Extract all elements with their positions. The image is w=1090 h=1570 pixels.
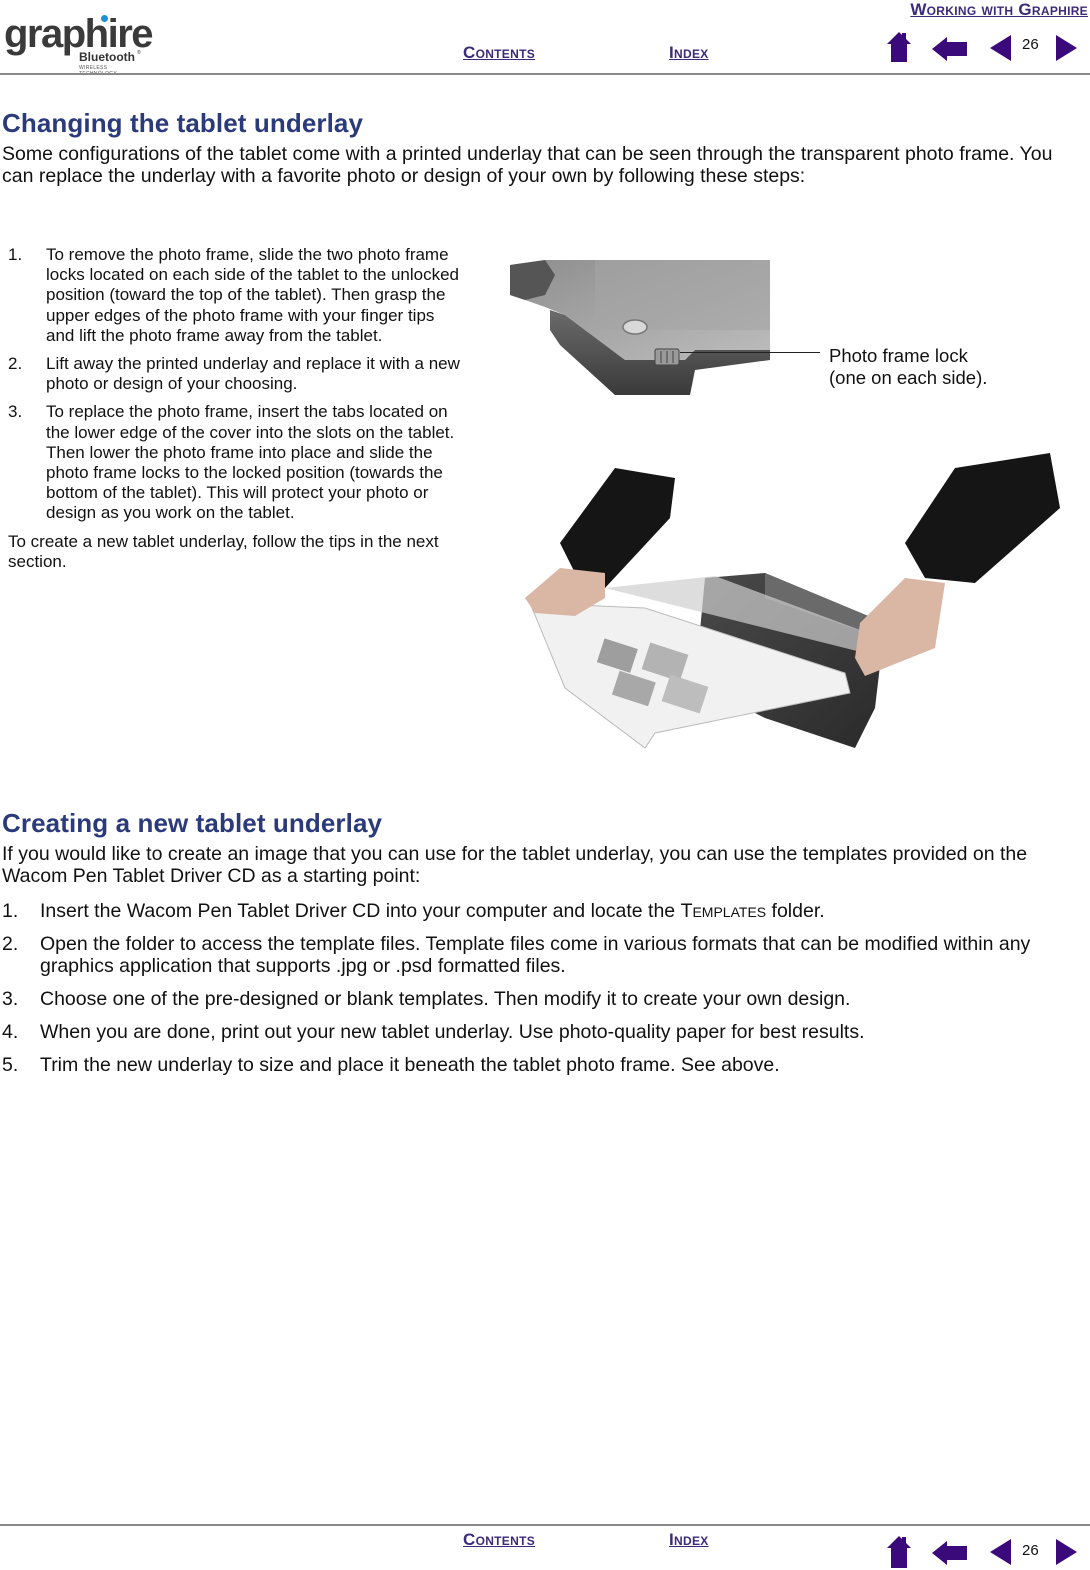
callout-line-1: Photo frame lock [829,345,968,366]
tablet-corner-photo [510,260,770,395]
callout-leader-line [680,352,820,353]
step-number: 1. [8,245,23,264]
logo-sub-brand: Bluetooth [79,50,135,64]
list-item: 3. Choose one of the pre-designed or bla… [2,988,1087,1010]
templates-folder-name: Templates [680,900,767,922]
section2-steps: 1. Insert the Wacom Pen Tablet Driver CD… [2,900,1087,1087]
section1-steps: 1. To remove the photo frame, slide the … [8,245,463,572]
index-link[interactable]: Index [669,43,709,63]
section1-note: To create a new tablet underlay, follow … [8,531,439,571]
footer-divider [0,1524,1090,1526]
step-text: To remove the photo frame, slide the two… [46,245,459,345]
page-number: 26 [1022,36,1039,53]
step-text: Trim the new underlay to size and place … [40,1054,780,1076]
step-text: Lift away the printed underlay and repla… [46,354,460,394]
previous-page-icon[interactable] [990,34,1012,62]
callout-line-2: (one on each side). [829,367,988,388]
chapter-link[interactable]: Working with Graphire [910,0,1088,20]
step-number: 4. [2,1021,19,1043]
step-text: Choose one of the pre-designed or blank … [40,988,851,1010]
header-divider [0,73,1090,75]
list-item: 2. Open the folder to access the templat… [2,933,1087,977]
step-number: 1. [2,900,19,922]
next-page-icon[interactable] [1056,34,1078,62]
photo-frame-lock-callout: Photo frame lock (one on each side). [829,345,987,389]
footer-page-number: 26 [1022,1542,1039,1559]
section1-intro: Some configurations of the tablet come w… [2,143,1053,187]
home-icon[interactable] [886,30,912,64]
list-item: 1. To remove the photo frame, slide the … [8,245,463,346]
step-text: To replace the photo frame, insert the t… [46,402,455,523]
footer-index-link[interactable]: Index [669,1530,709,1550]
replacing-underlay-photo [525,453,1060,749]
list-item: 2. Lift away the printed underlay and re… [8,354,463,394]
back-icon[interactable] [932,36,968,62]
logo-tagline: WIRELESS TECHNOLOGY [79,65,117,77]
footer-next-page-icon[interactable] [1056,1538,1078,1566]
list-item: 5. Trim the new underlay to size and pla… [2,1054,1087,1076]
step-text: Open the folder to access the template f… [40,933,1031,977]
logo-trademark: ® [137,50,141,56]
list-item: 1. Insert the Wacom Pen Tablet Driver CD… [2,900,1087,922]
step-number: 3. [2,988,19,1010]
footer-previous-page-icon[interactable] [990,1538,1012,1566]
step-number: 2. [2,933,19,955]
footer-home-icon[interactable] [886,1534,912,1568]
step-text: Insert the Wacom Pen Tablet Driver CD in… [40,900,825,922]
list-item: 3. To replace the photo frame, insert th… [8,402,463,523]
step-number: 5. [2,1054,19,1076]
graphire-bluetooth-logo: graphire Bluetooth ® WIRELESS TECHNOLOGY [4,14,154,77]
logo-wordmark: graphire [4,12,154,56]
list-item: 4. When you are done, print out your new… [2,1021,1087,1043]
step-text: When you are done, print out your new ta… [40,1021,865,1043]
step-text-after: folder. [766,900,825,922]
step-number: 3. [8,402,23,422]
section2-intro: If you would like to create an image tha… [2,843,1028,887]
footer-back-icon[interactable] [932,1540,968,1566]
section-title-creating-underlay: Creating a new tablet underlay [2,808,383,838]
step-number: 2. [8,354,23,374]
logo-dot [101,15,108,22]
footer-contents-link[interactable]: Contents [463,1530,535,1550]
step-text-before: Insert the Wacom Pen Tablet Driver CD in… [40,900,681,922]
section-title-changing-underlay: Changing the tablet underlay [2,108,364,138]
contents-link[interactable]: Contents [463,43,535,63]
